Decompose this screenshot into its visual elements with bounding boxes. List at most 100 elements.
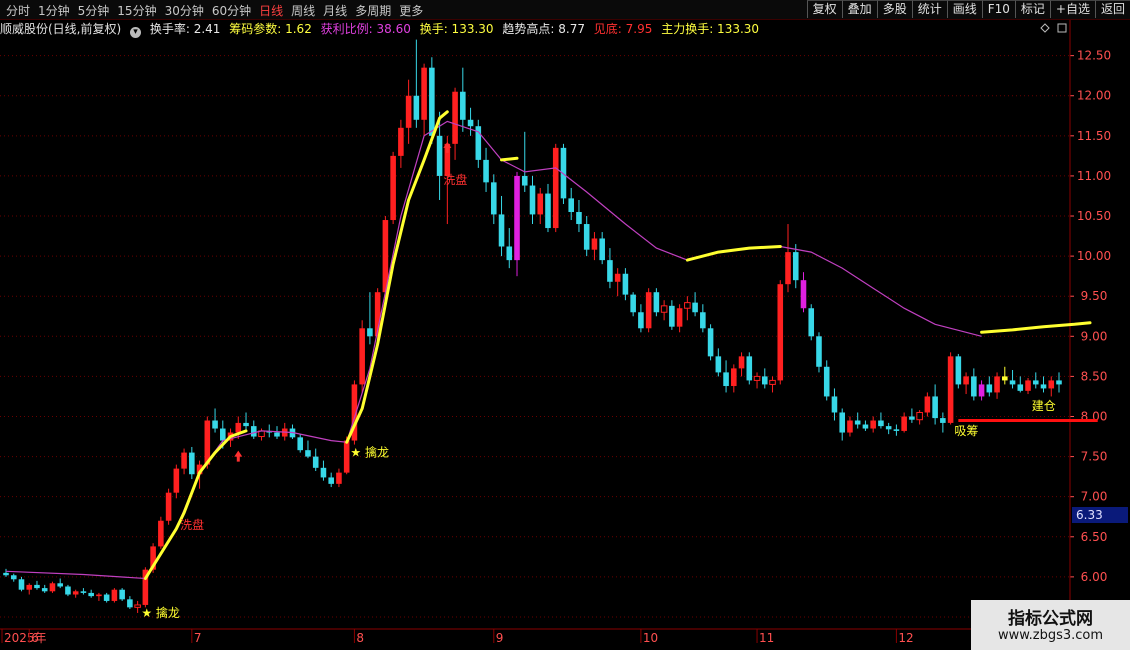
candle-body xyxy=(165,492,172,521)
candle-body xyxy=(707,328,714,357)
candle-body xyxy=(660,305,668,313)
candle-body xyxy=(831,396,838,413)
candle-body xyxy=(1032,380,1039,385)
candle-body xyxy=(792,252,799,281)
candle-body xyxy=(452,91,458,144)
candle-body xyxy=(421,67,427,120)
candle-body xyxy=(808,308,815,337)
candle-body xyxy=(212,420,218,429)
candle-body xyxy=(692,302,698,313)
candle-body xyxy=(96,594,102,597)
y-tick-label: 12.50 xyxy=(1077,49,1111,63)
yellow-trend-0 xyxy=(143,429,248,580)
candle-body xyxy=(3,572,9,576)
y-tick-label: 12.00 xyxy=(1077,89,1111,103)
candle-body xyxy=(390,155,396,221)
x-tick-label: 7 xyxy=(194,631,202,645)
y-tick-label: 8.50 xyxy=(1081,369,1108,383)
candle-body xyxy=(994,376,1000,393)
annotation-layer: ★ 擒龙洗盘★ 擒龙洗盘吸筹建仓 xyxy=(141,141,1056,620)
candle-body xyxy=(103,594,110,601)
x-tick-label: 12 xyxy=(898,631,913,645)
candle-body xyxy=(700,312,706,329)
candle-body xyxy=(10,575,17,580)
candle-body xyxy=(88,592,94,597)
candle-body xyxy=(583,224,590,250)
up-arrow-icon xyxy=(234,450,243,462)
current-price-label: 6.33 xyxy=(1076,508,1103,522)
x-tick-label: 11 xyxy=(759,631,774,645)
candle-body xyxy=(738,356,745,369)
candle-body xyxy=(80,591,87,593)
candle-body xyxy=(599,238,605,261)
candle-body xyxy=(823,366,830,397)
y-tick-label: 6.00 xyxy=(1081,570,1108,584)
candle-body xyxy=(816,336,822,367)
candle-body xyxy=(591,238,598,250)
y-tick-label: 9.00 xyxy=(1081,329,1108,343)
candle-body xyxy=(18,579,25,590)
annotation-label-4: 吸筹 xyxy=(954,424,978,438)
candle-body xyxy=(746,356,753,381)
candle-body xyxy=(653,292,660,313)
logo-url: www.zbgs3.com xyxy=(997,628,1104,643)
candle-body xyxy=(158,520,164,547)
candle-body xyxy=(769,379,776,385)
candle-body xyxy=(753,375,761,381)
candle-body xyxy=(1056,380,1062,385)
candle-body xyxy=(785,252,791,285)
candle-body xyxy=(41,588,48,592)
yellow-trend-4 xyxy=(980,321,1092,334)
x-tick-label: 10 xyxy=(643,631,658,645)
annotation-label-2: ★ 擒龙 xyxy=(350,445,389,460)
annotation-label-1: 洗盘 xyxy=(180,517,204,532)
candle-body xyxy=(645,292,652,329)
up-arrow-icon xyxy=(443,141,452,153)
candle-body xyxy=(916,411,923,421)
candle-body xyxy=(119,589,125,600)
kline-chart[interactable]: 5.506.006.507.007.508.008.509.009.5010.0… xyxy=(0,0,1130,650)
candle-body xyxy=(955,356,962,385)
candle-body xyxy=(885,426,892,430)
candle-body xyxy=(34,584,40,589)
candle-body xyxy=(893,429,900,431)
y-tick-label: 11.50 xyxy=(1077,129,1111,143)
candle-body xyxy=(940,418,946,423)
candle-body xyxy=(413,95,420,120)
candle-body xyxy=(676,308,683,327)
candle-body xyxy=(854,420,861,425)
candle-body xyxy=(367,328,373,337)
candle-body xyxy=(490,182,497,215)
candle-body xyxy=(134,604,141,608)
candle-body xyxy=(862,424,869,429)
candle-body xyxy=(173,468,180,493)
candle-body xyxy=(909,416,915,420)
candle-body xyxy=(72,591,79,595)
candle-body xyxy=(847,420,853,433)
candle-body xyxy=(901,416,907,431)
x-tick-label: 9 xyxy=(496,631,504,645)
candle-body xyxy=(57,583,63,587)
candle-body xyxy=(971,376,977,397)
annotation-label-0: ★ 擒龙 xyxy=(141,605,180,620)
candle-body xyxy=(761,376,768,385)
annotation-label-3: 洗盘 xyxy=(443,172,467,187)
candle-body xyxy=(460,91,466,120)
candle-body xyxy=(537,193,544,215)
candle-body xyxy=(614,273,621,282)
candle-body xyxy=(436,135,443,176)
candle-body xyxy=(521,175,528,186)
y-tick-label: 10.00 xyxy=(1077,249,1111,263)
candle-body xyxy=(220,428,226,441)
y-tick-label: 6.50 xyxy=(1081,530,1108,544)
candle-body xyxy=(398,127,404,156)
candle-body xyxy=(684,302,691,309)
candle-body xyxy=(669,305,675,327)
candle-body xyxy=(235,422,242,433)
candle-body xyxy=(947,356,954,423)
candle-body xyxy=(305,450,311,457)
x-tick-label: 6 xyxy=(31,631,39,645)
candle-body xyxy=(243,422,249,427)
candle-body xyxy=(49,583,56,592)
yellow-trend-2 xyxy=(500,156,519,162)
